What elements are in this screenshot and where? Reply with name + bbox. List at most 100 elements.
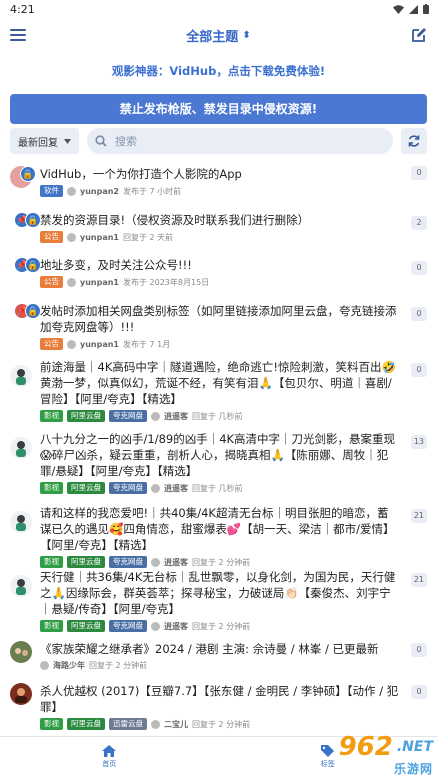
list-item[interactable]: 请和这样的我恋爱吧!｜共40集/4K超清无台标｜明目张胆的暗恋，蓄谋已久的遇见🥰… <box>0 505 437 569</box>
topic-time: 回复于 2 分钟前 <box>192 719 251 729</box>
reply-count: 0 <box>411 166 427 180</box>
search-icon <box>95 135 107 147</box>
topic-user[interactable]: 逍遥客 <box>164 483 188 494</box>
notice-banner[interactable]: 禁止发布枪版、禁发目录中侵权资源! <box>10 94 427 124</box>
tag-quark[interactable]: 夸克网盘 <box>109 620 147 632</box>
tag-announcement[interactable]: 公告 <box>40 338 63 350</box>
menu-icon[interactable] <box>10 29 26 41</box>
compose-icon[interactable] <box>411 27 427 43</box>
promo-banner[interactable]: 观影神器：VidHub，点击下载免费体验! <box>0 60 437 82</box>
topic-title[interactable]: 八十九分之一的凶手/1/89的凶手｜4K高清中字｜刀光剑影，悬案重现😱碎尸凶杀，… <box>40 431 399 479</box>
tag-video[interactable]: 影视 <box>40 718 63 730</box>
app-header: 全部主题 ⬍ <box>0 18 437 52</box>
list-item[interactable]: 前途海量｜4K高码中字｜隧道遇险，绝命逃亡!惊险刺激，笑料百出🤣黄渤一梦，似真似… <box>0 359 437 431</box>
topic-user[interactable]: 海路少年 <box>53 660 85 671</box>
avatar <box>10 431 40 505</box>
sort-label: 最新回复 <box>18 137 58 149</box>
tag-quark[interactable]: 夸克网盘 <box>109 410 147 422</box>
home-icon <box>102 744 117 757</box>
topic-time: 回复于 2 分钟前 <box>89 661 148 670</box>
topic-time: 发布于 7 1月 <box>123 339 171 349</box>
topic-time: 回复于 2 天前 <box>123 232 174 242</box>
lock-icon: 🔒 <box>25 257 41 273</box>
user-avatar-icon <box>67 277 76 287</box>
tag-quark[interactable]: 夸克网盘 <box>109 482 147 494</box>
list-item[interactable]: 天行健｜共36集/4K无台标｜乱世飘零，以身化剑，为国为民，天行健之🙏因缘际会，… <box>0 569 437 641</box>
user-avatar-icon <box>151 557 160 567</box>
topic-title[interactable]: 发帖时添加相关网盘类别标签（如阿里链接添加阿里云盘，夸克链接添加夸克网盘等）!!… <box>40 303 399 335</box>
refresh-button[interactable] <box>401 128 427 154</box>
list-item[interactable]: 🔒 VidHub，一个为你打造个人影院的App 软件 yunpan2 发布于 7… <box>0 166 437 212</box>
tag-aliyun[interactable]: 阿里云盘 <box>67 482 105 494</box>
tag-announcement[interactable]: 公告 <box>40 231 63 243</box>
topic-title[interactable]: 前途海量｜4K高码中字｜隧道遇险，绝命逃亡!惊险刺激，笑料百出🤣黄渤一梦，似真似… <box>40 359 399 407</box>
avatar: 🔒 <box>10 166 40 212</box>
chevron-down-icon <box>64 138 71 144</box>
sort-caret-icon: ⬍ <box>242 29 251 41</box>
tag-software[interactable]: 软件 <box>40 185 63 197</box>
tag-video[interactable]: 影视 <box>40 620 63 632</box>
user-avatar-icon <box>40 661 49 670</box>
list-item[interactable]: 📌 🔒 禁发的资源目录!（侵权资源及时联系我们进行删除） 公告 yunpan1 回… <box>0 212 437 257</box>
topic-time: 发布于 7 小时前 <box>123 186 182 196</box>
tag-aliyun[interactable]: 阿里云盘 <box>67 718 105 730</box>
list-toolbar: 最新回复 搜索 <box>10 128 427 154</box>
user-avatar-icon <box>151 621 160 631</box>
user-avatar-icon <box>151 483 160 493</box>
list-item[interactable]: 📌 🔒 发帖时添加相关网盘类别标签（如阿里链接添加阿里云盘，夸克链接添加夸克网盘等… <box>0 303 437 359</box>
topic-user[interactable]: 逍遥客 <box>164 411 188 422</box>
user-avatar-icon <box>151 411 160 421</box>
watermark-sub: 乐游网 <box>393 762 433 776</box>
list-item[interactable]: 《家族荣耀之继承者》2024 / 港剧 主演: 佘诗曼 / 林峯 / 已更最新 … <box>0 641 437 683</box>
reply-count: 21 <box>410 509 427 523</box>
topic-title[interactable]: 禁发的资源目录!（侵权资源及时联系我们进行删除） <box>40 212 399 228</box>
search-input[interactable]: 搜索 <box>87 128 393 154</box>
topic-title[interactable]: 天行健｜共36集/4K无台标｜乱世飘零，以身化剑，为国为民，天行健之🙏因缘际会，… <box>40 569 399 617</box>
tag-video[interactable]: 影视 <box>40 556 63 568</box>
lock-icon: 🔒 <box>25 303 41 319</box>
tag-announcement[interactable]: 公告 <box>40 276 63 288</box>
avatar <box>10 569 40 641</box>
avatar: 📌 🔒 <box>10 303 41 359</box>
user-avatar-icon <box>67 232 76 242</box>
topic-title[interactable]: VidHub，一个为你打造个人影院的App <box>40 166 399 182</box>
avatar: 📌 🔒 <box>10 212 41 257</box>
list-item[interactable]: 杀人优越权 (2017)【豆瓣7.7】【张东健 / 金明民 / 李钟硕】【动作 … <box>0 683 437 730</box>
tag-video[interactable]: 影视 <box>40 410 63 422</box>
list-item[interactable]: 📌 🔒 地址多变，及时关注公众号!!! 公告 yunpan1 发布于 2023年8… <box>0 257 437 303</box>
user-avatar-icon <box>67 339 76 349</box>
nav-home[interactable]: 首页 <box>102 744 117 769</box>
status-time: 4:21 <box>10 2 35 16</box>
tag-aliyun[interactable]: 阿里云盘 <box>67 620 105 632</box>
user-avatar <box>10 437 32 459</box>
site-watermark: 962 .NET 乐游网 <box>305 732 433 776</box>
topic-user[interactable]: 二宝儿 <box>164 719 188 730</box>
reply-count: 0 <box>411 643 427 657</box>
topic-user[interactable]: yunpan2 <box>80 187 119 196</box>
topic-time: 回复于 几秒前 <box>192 483 243 493</box>
tag-xunlei[interactable]: 迅雷云盘 <box>109 718 147 730</box>
lock-icon: 🔒 <box>25 212 41 228</box>
topic-user[interactable]: 逍遥客 <box>164 621 188 632</box>
topic-time: 回复于 2 分钟前 <box>192 621 251 631</box>
list-item[interactable]: 八十九分之一的凶手/1/89的凶手｜4K高清中字｜刀光剑影，悬案重现😱碎尸凶杀，… <box>0 431 437 505</box>
topic-user[interactable]: yunpan1 <box>80 233 119 242</box>
avatar <box>10 505 40 569</box>
tag-aliyun[interactable]: 阿里云盘 <box>67 410 105 422</box>
tag-quark[interactable]: 夸克网盘 <box>109 556 147 568</box>
topic-title[interactable]: 地址多变，及时关注公众号!!! <box>40 257 399 273</box>
topic-title[interactable]: 杀人优越权 (2017)【豆瓣7.7】【张东健 / 金明民 / 李钟硕】【动作 … <box>40 683 399 715</box>
topic-filter-dropdown[interactable]: 全部主题 ⬍ <box>186 26 250 45</box>
topic-user[interactable]: yunpan1 <box>80 340 119 349</box>
sort-dropdown[interactable]: 最新回复 <box>10 128 79 154</box>
tag-video[interactable]: 影视 <box>40 482 63 494</box>
search-placeholder: 搜索 <box>115 135 137 148</box>
topic-title[interactable]: 请和这样的我恋爱吧!｜共40集/4K超清无台标｜明目张胆的暗恋，蓄谋已久的遇见🥰… <box>40 505 399 553</box>
avatar <box>10 683 40 723</box>
topic-user[interactable]: yunpan1 <box>80 278 119 287</box>
tag-aliyun[interactable]: 阿里云盘 <box>67 556 105 568</box>
watermark-number: 962 <box>338 732 393 762</box>
topic-user[interactable]: 逍遥客 <box>164 557 188 568</box>
topic-time: 回复于 几秒前 <box>192 411 243 421</box>
topic-title[interactable]: 《家族荣耀之继承者》2024 / 港剧 主演: 佘诗曼 / 林峯 / 已更最新 <box>40 641 399 657</box>
